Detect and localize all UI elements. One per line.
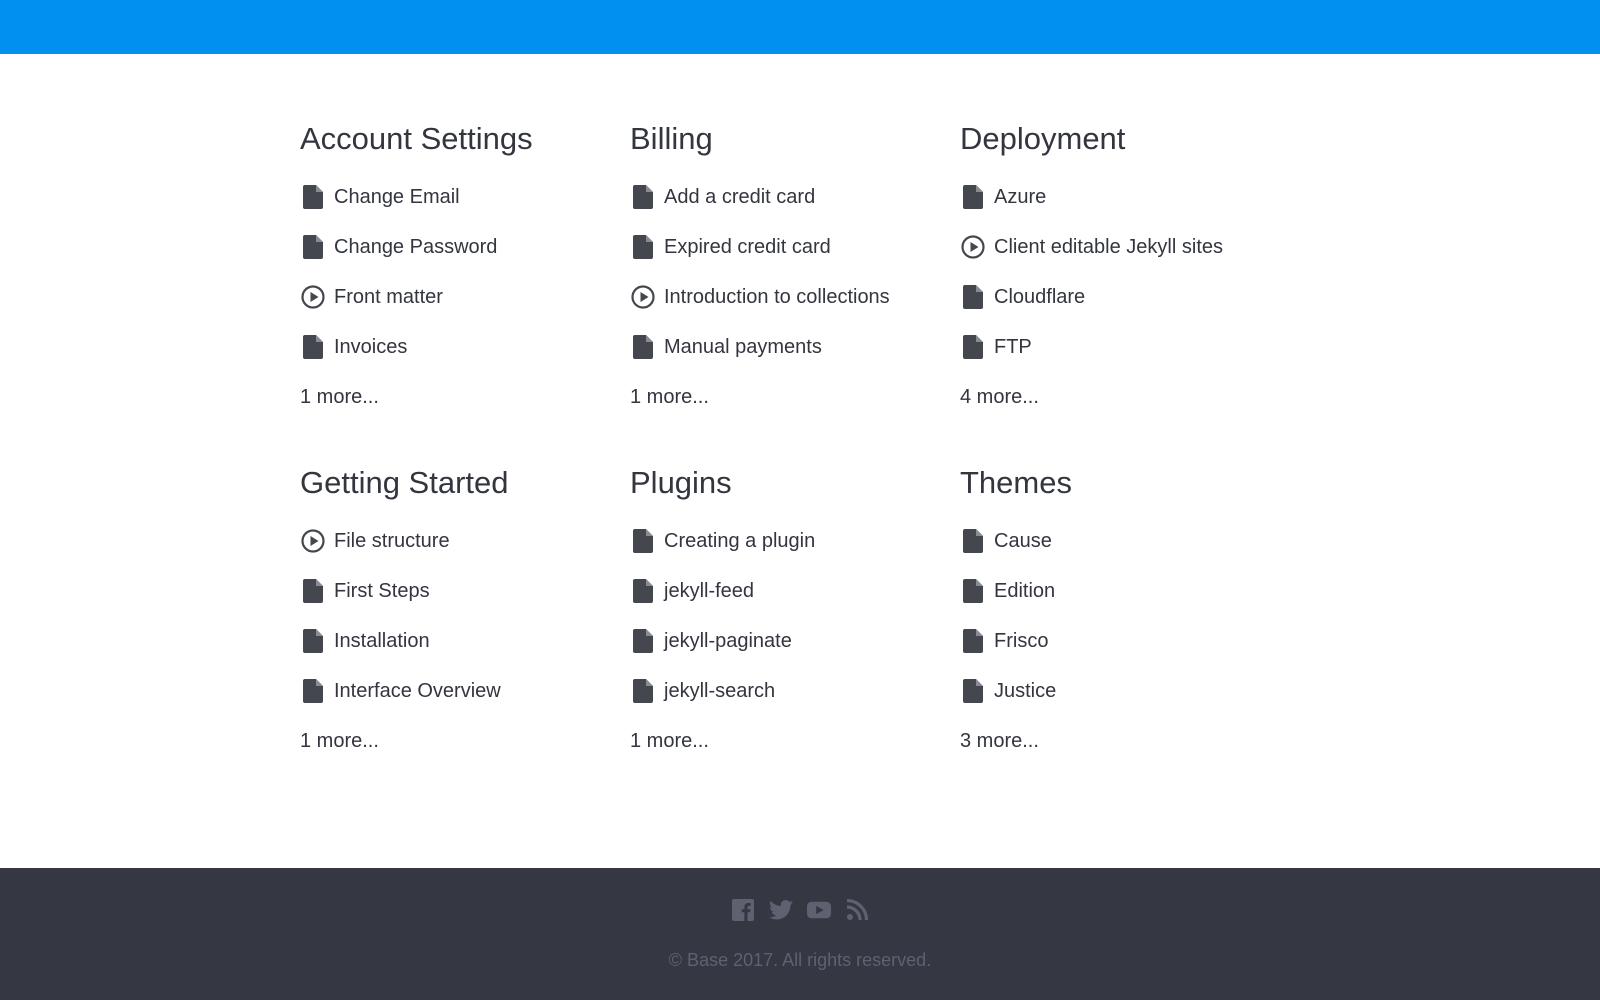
article-label: Azure <box>994 185 1047 208</box>
article-label: Front matter <box>334 285 443 308</box>
play-circle-icon <box>300 528 326 554</box>
category-getting-started: Getting Started File structure First Step… <box>300 460 630 766</box>
category-account-settings: Account Settings Change Email Change Pass… <box>300 116 630 422</box>
article-label: Client editable Jekyll sites <box>994 235 1223 258</box>
category-deployment: Deployment Azure Client editable Jekyll s… <box>960 116 1300 422</box>
article-label: Cloudflare <box>994 285 1086 308</box>
category-title: Account Settings <box>300 121 533 156</box>
article-label: jekyll-feed <box>664 579 755 602</box>
article-label: Installation <box>334 629 430 652</box>
footer: © Base 2017. All rights reserved. <box>0 868 1600 1000</box>
more-link[interactable]: 1 more... <box>630 716 960 766</box>
article-label: Justice <box>994 679 1057 702</box>
article-link[interactable]: Creating a plugin <box>630 516 960 566</box>
article-link[interactable]: Change Email <box>300 172 630 222</box>
category-title: Deployment <box>960 121 1126 156</box>
social-links <box>0 898 1600 922</box>
article-link[interactable]: Edition <box>960 566 1300 616</box>
article-link[interactable]: Add a credit card <box>630 172 960 222</box>
article-label: Edition <box>994 579 1056 602</box>
category-title: Getting Started <box>300 465 509 500</box>
document-icon <box>960 678 986 704</box>
article-link[interactable]: Cloudflare <box>960 272 1300 322</box>
document-icon <box>300 678 326 704</box>
article-link[interactable]: Client editable Jekyll sites <box>960 222 1300 272</box>
document-icon <box>630 628 656 654</box>
facebook-icon[interactable] <box>731 898 755 922</box>
article-label: FTP <box>994 335 1032 358</box>
article-link[interactable]: Front matter <box>300 272 630 322</box>
article-label: Frisco <box>994 629 1049 652</box>
document-icon <box>630 334 656 360</box>
article-link[interactable]: FTP <box>960 322 1300 372</box>
more-link[interactable]: 3 more... <box>960 716 1300 766</box>
play-circle-icon <box>630 284 656 310</box>
document-icon <box>960 284 986 310</box>
article-link[interactable]: Manual payments <box>630 322 960 372</box>
article-link[interactable]: First Steps <box>300 566 630 616</box>
document-icon <box>960 628 986 654</box>
top-header-bar <box>0 0 1600 54</box>
document-icon <box>300 234 326 260</box>
document-icon <box>960 528 986 554</box>
article-label: Expired credit card <box>664 235 831 258</box>
more-link[interactable]: 1 more... <box>300 372 630 422</box>
category-grid: Account Settings Change Email Change Pass… <box>300 116 1300 766</box>
article-link[interactable]: Cause <box>960 516 1300 566</box>
article-label: Creating a plugin <box>664 529 816 552</box>
more-link[interactable]: 1 more... <box>300 716 630 766</box>
document-icon <box>300 334 326 360</box>
document-icon <box>960 334 986 360</box>
article-label: Change Password <box>334 235 498 258</box>
article-link[interactable]: Justice <box>960 666 1300 716</box>
article-link[interactable]: Installation <box>300 616 630 666</box>
rss-icon[interactable] <box>845 898 869 922</box>
article-link[interactable]: Change Password <box>300 222 630 272</box>
article-link[interactable]: Expired credit card <box>630 222 960 272</box>
article-link[interactable]: File structure <box>300 516 630 566</box>
category-title: Plugins <box>630 465 732 500</box>
category-themes: Themes Cause Edition Frisco Justice 3 more.… <box>960 460 1300 766</box>
more-link[interactable]: 4 more... <box>960 372 1300 422</box>
category-title: Themes <box>960 465 1072 500</box>
document-icon <box>300 184 326 210</box>
article-label: Change Email <box>334 185 460 208</box>
category-plugins: Plugins Creating a plugin jekyll-feed jeky… <box>630 460 960 766</box>
article-link[interactable]: Azure <box>960 172 1300 222</box>
article-label: Manual payments <box>664 335 822 358</box>
document-icon <box>960 578 986 604</box>
article-label: First Steps <box>334 579 430 602</box>
document-icon <box>300 578 326 604</box>
play-circle-icon <box>300 284 326 310</box>
document-icon <box>960 184 986 210</box>
article-link[interactable]: Interface Overview <box>300 666 630 716</box>
article-link[interactable]: jekyll-search <box>630 666 960 716</box>
category-title: Billing <box>630 121 713 156</box>
article-label: File structure <box>334 529 450 552</box>
article-link[interactable]: Introduction to collections <box>630 272 960 322</box>
document-icon <box>630 234 656 260</box>
document-icon <box>300 628 326 654</box>
article-label: Interface Overview <box>334 679 501 702</box>
more-link[interactable]: 1 more... <box>630 372 960 422</box>
article-label: Cause <box>994 529 1052 552</box>
article-label: jekyll-paginate <box>664 629 792 652</box>
article-label: jekyll-search <box>664 679 776 702</box>
article-link[interactable]: Frisco <box>960 616 1300 666</box>
youtube-icon[interactable] <box>807 898 831 922</box>
document-icon <box>630 578 656 604</box>
article-link[interactable]: Invoices <box>300 322 630 372</box>
document-icon <box>630 184 656 210</box>
article-link[interactable]: jekyll-paginate <box>630 616 960 666</box>
article-label: Introduction to collections <box>664 285 890 308</box>
twitter-icon[interactable] <box>769 898 793 922</box>
article-label: Invoices <box>334 335 408 358</box>
copyright-text: © Base 2017. All rights reserved. <box>668 950 932 970</box>
article-label: Add a credit card <box>664 185 816 208</box>
document-icon <box>630 678 656 704</box>
article-link[interactable]: jekyll-feed <box>630 566 960 616</box>
play-circle-icon <box>960 234 986 260</box>
category-billing: Billing Add a credit card Expired credit … <box>630 116 960 422</box>
document-icon <box>630 528 656 554</box>
